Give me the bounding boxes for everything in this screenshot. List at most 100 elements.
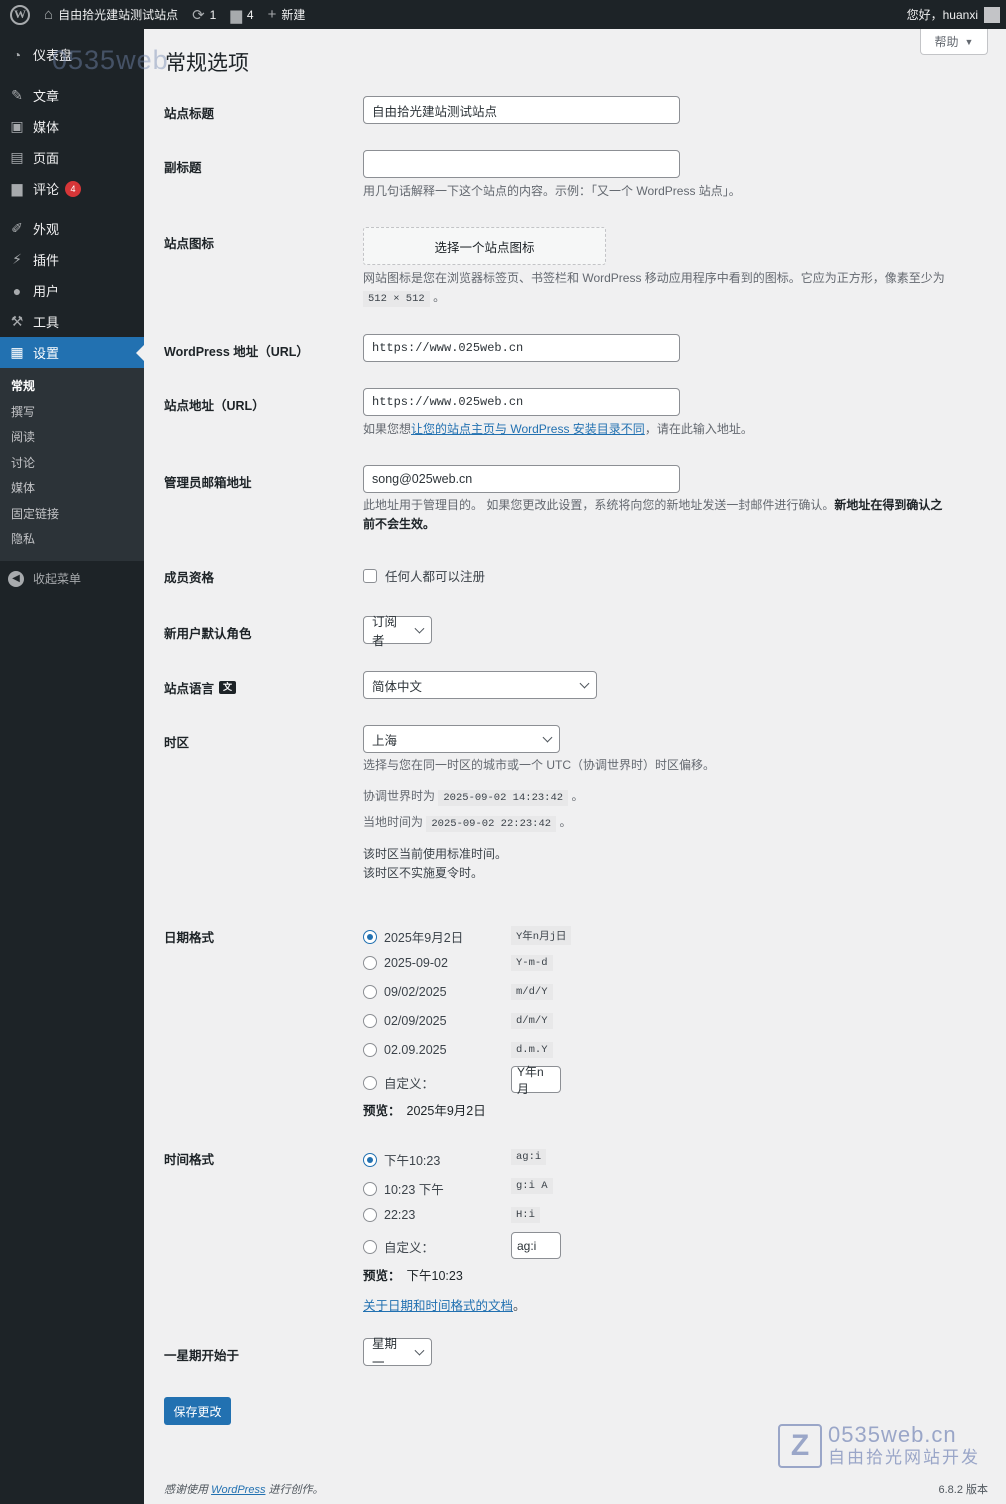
site-language-value: 简体中文	[372, 679, 423, 694]
tagline-input[interactable]	[363, 150, 680, 178]
menu-label-pages: 页面	[33, 151, 60, 166]
site-language-label: 站点语言	[164, 682, 215, 696]
submenu-item-privacy[interactable]: 隐私	[0, 527, 144, 553]
chevron-down-icon	[414, 623, 425, 633]
comments-count: 4	[246, 7, 254, 22]
date-format-option[interactable]: 02.09.2025	[363, 1043, 447, 1057]
save-changes-button[interactable]: 保存更改	[164, 1397, 231, 1425]
date-preview-value: 2025年9月2日	[406, 1104, 486, 1118]
time-format-label: 10:23 下午	[384, 1183, 444, 1197]
date-format-option[interactable]: 2025年9月2日	[363, 927, 463, 946]
utc-time-label: 协调世界时为	[363, 789, 436, 803]
comment-icon: ▆	[11, 180, 23, 196]
main-content: 帮助 ▼ 常规选项 站点标题 自由拾光建站测试站点 副标题 用几句话解释一下这个…	[144, 29, 1006, 1504]
triangle-down-icon: ▼	[964, 36, 974, 47]
time-format-radio[interactable]	[363, 1181, 377, 1196]
site-language-select[interactable]: 简体中文	[363, 671, 597, 699]
menu-item-plugins[interactable]: ⚡ 插件	[0, 244, 144, 275]
date-format-radio[interactable]	[363, 929, 377, 944]
site-url-desc-link[interactable]: 让您的站点主页与 WordPress 安装目录不同	[411, 422, 645, 436]
date-format-custom-label: 自定义：	[384, 1077, 435, 1091]
choose-site-icon-button[interactable]: 选择一个站点图标	[363, 227, 606, 265]
submenu-item-permalinks[interactable]: 固定链接	[0, 502, 144, 528]
footer-thanks-pre: 感谢使用	[164, 1484, 212, 1496]
menu-item-media[interactable]: ▣ 媒体	[0, 111, 144, 142]
watermark-line1: 0535web.cn	[828, 1422, 957, 1447]
utc-time-value: 2025-09-02 14:23:42	[438, 790, 569, 806]
site-title-input[interactable]: 自由拾光建站测试站点	[363, 96, 680, 124]
date-format-label: 2025年9月2日	[384, 931, 464, 945]
wp-url-input[interactable]: https://www.025web.cn	[363, 334, 680, 362]
collapse-label: 收起菜单	[33, 572, 82, 586]
settings-icon: ▦	[10, 344, 24, 360]
time-preview: 预览： 下午10:23	[363, 1265, 463, 1284]
comments-badge: 4	[65, 180, 82, 197]
date-format-option[interactable]: 09/02/2025	[363, 985, 447, 999]
site-url-input[interactable]: https://www.025web.cn	[363, 388, 680, 416]
menu-item-posts[interactable]: ✎ 文章	[0, 80, 144, 111]
avatar	[984, 6, 1000, 23]
time-format-custom-option[interactable]: 自定义：	[363, 1237, 434, 1256]
menu-item-pages[interactable]: ▤ 页面	[0, 142, 144, 173]
submenu-item-writing[interactable]: 撰写	[0, 400, 144, 426]
collapse-menu-button[interactable]: ◀ 收起菜单	[0, 562, 144, 596]
wordpress-logo-button[interactable]: W	[0, 0, 37, 29]
date-format-custom-radio[interactable]	[363, 1075, 377, 1090]
time-format-option[interactable]: 10:23 下午	[363, 1179, 444, 1198]
time-format-radio[interactable]	[363, 1208, 377, 1222]
comments-link[interactable]: ▆ 4	[223, 0, 260, 29]
my-account-link[interactable]: 您好，huanxi	[900, 0, 1006, 29]
new-content-link[interactable]: + 新建	[261, 0, 313, 29]
chevron-down-icon	[414, 1345, 425, 1355]
date-format-option[interactable]: 2025-09-02	[363, 956, 448, 970]
time-format-custom-radio[interactable]	[363, 1239, 377, 1254]
greeting-label: 您好，huanxi	[906, 8, 978, 22]
help-tab-button[interactable]: 帮助 ▼	[920, 29, 988, 55]
menu-item-comments[interactable]: ▆ 评论 4	[0, 173, 144, 204]
watermark-line2: 自由拾光网站开发	[828, 1448, 980, 1467]
date-format-radio[interactable]	[363, 985, 377, 999]
menu-item-appearance[interactable]: ✐ 外观	[0, 213, 144, 244]
date-format-custom-input[interactable]: Y年n月	[511, 1065, 561, 1096]
membership-checkbox[interactable]	[363, 568, 377, 583]
updates-link[interactable]: ⟳ 1	[185, 0, 223, 29]
date-format-option[interactable]: 02/09/2025	[363, 1014, 447, 1028]
time-format-custom-input[interactable]: ag:i	[511, 1232, 561, 1259]
date-format-label: 日期格式	[164, 931, 215, 945]
site-name-link[interactable]: ⌂ 自由拾光建站测试站点	[37, 0, 185, 29]
time-format-code: H:i	[511, 1207, 540, 1223]
menu-label-dashboard: 仪表盘	[33, 48, 73, 63]
time-format-row: 时间格式 下午10:23 ag:i 10:23 下午 g:i A 22:23 H:i 自定…	[164, 1149, 984, 1319]
time-format-radio[interactable]	[363, 1152, 377, 1167]
time-format-option[interactable]: 22:23	[363, 1208, 415, 1222]
date-format-radio[interactable]	[363, 1043, 377, 1057]
site-name-label: 自由拾光建站测试站点	[58, 8, 179, 22]
date-format-label: 02.09.2025	[384, 1043, 447, 1057]
default-role-label: 新用户默认角色	[164, 627, 252, 641]
comment-icon: ▆	[230, 6, 242, 24]
admin-email-input[interactable]: song@025web.cn	[363, 465, 680, 493]
date-preview-label: 预览：	[363, 1104, 401, 1118]
menu-label-settings: 设置	[33, 346, 60, 361]
menu-item-settings[interactable]: ▦ 设置	[0, 337, 144, 368]
date-format-radio[interactable]	[363, 1014, 377, 1028]
time-format-option[interactable]: 下午10:23	[363, 1150, 440, 1169]
date-format-custom-option[interactable]: 自定义：	[363, 1073, 434, 1092]
menu-item-tools[interactable]: ⚒ 工具	[0, 306, 144, 337]
submenu-item-discussion[interactable]: 讨论	[0, 451, 144, 477]
menu-item-users[interactable]: ● 用户	[0, 275, 144, 306]
menu-item-dashboard[interactable]: ◔ 仪表盘	[0, 39, 144, 70]
admin-email-desc-bold1: 新地址在得到确认之	[834, 498, 943, 512]
date-time-docs-link[interactable]: 关于日期和时间格式的文档	[363, 1295, 513, 1314]
submenu-item-general[interactable]: 常规	[0, 374, 144, 400]
new-label: 新建	[281, 8, 306, 22]
standard-time-note: 该时区当前使用标准时间。	[363, 847, 508, 861]
submenu-item-reading[interactable]: 阅读	[0, 425, 144, 451]
default-role-select[interactable]: 订阅者	[363, 615, 432, 648]
timezone-select[interactable]: 上海	[363, 725, 560, 753]
submenu-item-media[interactable]: 媒体	[0, 476, 144, 502]
time-format-label: 时间格式	[164, 1153, 215, 1167]
week-start-select[interactable]: 星期一	[363, 1337, 432, 1370]
date-format-radio[interactable]	[363, 956, 377, 970]
footer-wordpress-link[interactable]: WordPress	[211, 1484, 265, 1496]
